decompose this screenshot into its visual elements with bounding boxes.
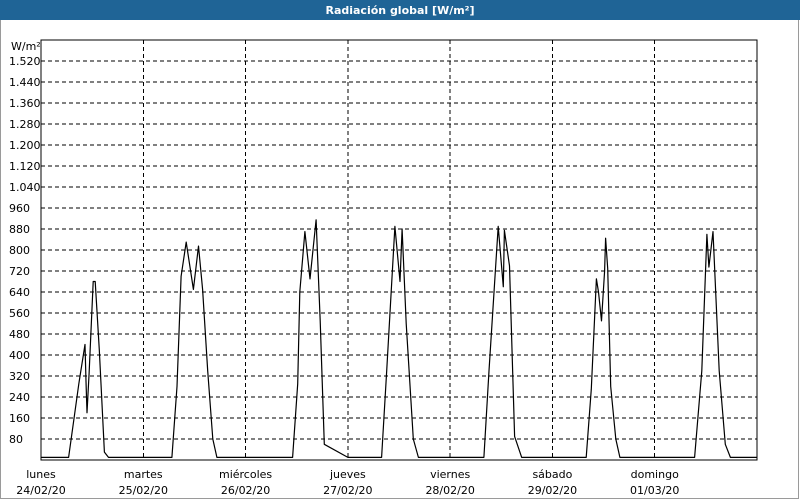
y-axis-label: W/m² bbox=[11, 40, 41, 53]
x-tick-date: 25/02/20 bbox=[119, 484, 168, 497]
y-tick-label: 80 bbox=[9, 433, 23, 446]
x-tick-weekday: miércoles bbox=[219, 468, 272, 481]
grid-layer bbox=[41, 40, 757, 460]
series-line bbox=[41, 219, 757, 458]
y-tick-label: 720 bbox=[9, 265, 30, 278]
y-tick-label: 640 bbox=[9, 286, 30, 299]
y-tick-label: 160 bbox=[9, 412, 30, 425]
x-tick-weekday: jueves bbox=[329, 468, 366, 481]
x-tick-date: 27/02/20 bbox=[323, 484, 372, 497]
series-layer bbox=[41, 219, 757, 458]
x-tick-weekday: sábado bbox=[532, 468, 572, 481]
chart-svg: 80 160 240 320 400 480 560 640 720 800 880 960 1.040… bbox=[9, 39, 758, 497]
y-tick-label: 1.520 bbox=[9, 55, 41, 68]
y-tick-label: 960 bbox=[9, 202, 30, 215]
x-tick-date: 28/02/20 bbox=[425, 484, 474, 497]
x-tick-weekday: domingo bbox=[631, 468, 679, 481]
y-tick-label: 560 bbox=[9, 307, 30, 320]
y-tick-label: 800 bbox=[9, 244, 30, 257]
y-tick-label: 1.360 bbox=[9, 97, 41, 110]
y-tick-label: 1.280 bbox=[9, 118, 41, 131]
x-tick-weekday: martes bbox=[124, 468, 163, 481]
label-layer: 80 160 240 320 400 480 560 640 720 800 880 960 1.040… bbox=[9, 40, 679, 497]
x-tick-date: 29/02/20 bbox=[528, 484, 577, 497]
y-tick-label: 1.040 bbox=[9, 181, 41, 194]
y-tick-label: 1.440 bbox=[9, 76, 41, 89]
x-tick-date: 26/02/20 bbox=[221, 484, 270, 497]
chart-title-bar: Radiación global [W/m²] bbox=[0, 0, 800, 20]
y-tick-label: 320 bbox=[9, 370, 30, 383]
y-tick-label: 480 bbox=[9, 328, 30, 341]
x-tick-weekday: viernes bbox=[430, 468, 470, 481]
y-tick-label: 400 bbox=[9, 349, 30, 362]
y-tick-label: 240 bbox=[9, 391, 30, 404]
y-tick-label: 1.120 bbox=[9, 160, 41, 173]
x-tick-weekday: lunes bbox=[26, 468, 56, 481]
y-tick-label: 1.200 bbox=[9, 139, 41, 152]
y-tick-label: 880 bbox=[9, 223, 30, 236]
x-tick-date: 01/03/20 bbox=[630, 484, 679, 497]
chart-frame: 80 160 240 320 400 480 560 640 720 800 880 960 1.040… bbox=[0, 20, 799, 499]
x-tick-date: 24/02/20 bbox=[16, 484, 65, 497]
chart-title: Radiación global [W/m²] bbox=[325, 3, 475, 17]
